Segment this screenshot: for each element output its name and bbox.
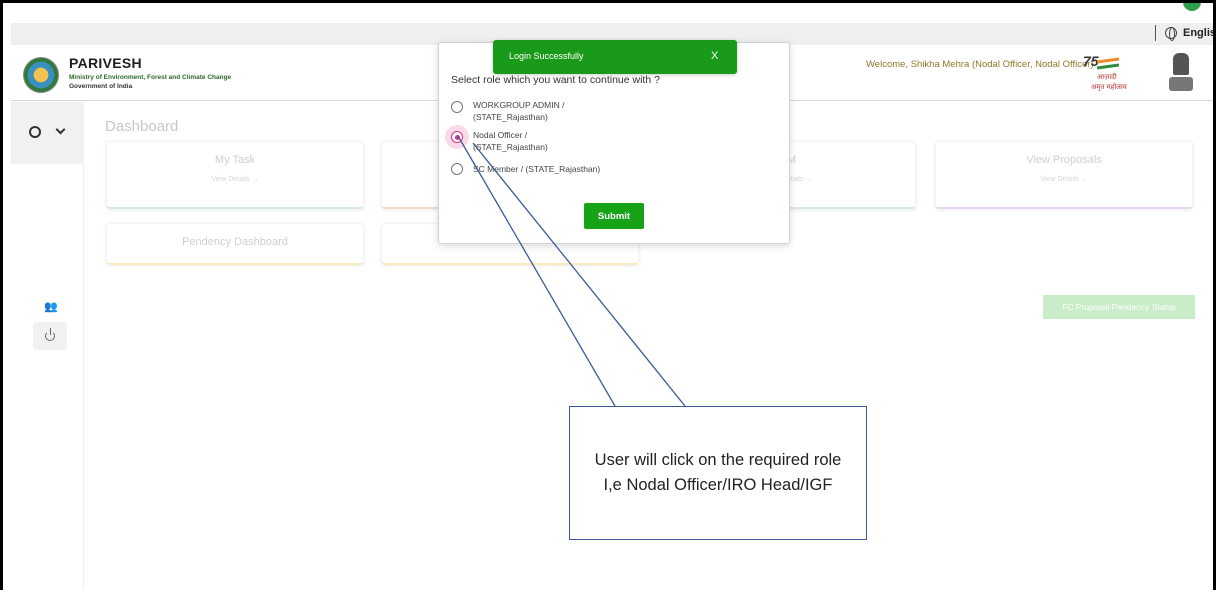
- card-my-task[interactable]: My Task View Details →: [106, 141, 364, 209]
- fc-proposal-pendency-button[interactable]: FC Proposal Pendency Status: [1043, 295, 1195, 319]
- page-title: Dashboard: [105, 118, 179, 135]
- azadi-logo: 75 आज़ादी अमृत महोत्सव: [1083, 53, 1127, 91]
- view-details-link[interactable]: View Details →: [936, 176, 1192, 183]
- view-details-link[interactable]: View Details →: [107, 176, 363, 183]
- language-selector[interactable]: English: [1183, 27, 1213, 39]
- user-circle-icon: [29, 126, 41, 138]
- status-dot: [1183, 3, 1201, 11]
- option-label-nodal-officer[interactable]: Nodal Officer / (STATE_Rajasthan): [473, 129, 548, 153]
- card-pendency-dashboard[interactable]: Pendency Dashboard: [106, 223, 364, 265]
- callout-text: User will click on the required role I,e…: [594, 451, 842, 494]
- radio-sc-member[interactable]: [451, 163, 463, 175]
- government-name: Government of India: [69, 83, 133, 90]
- card-view-proposals[interactable]: View Proposals View Details →: [935, 141, 1193, 209]
- radio-workgroup-admin[interactable]: [451, 101, 463, 113]
- national-emblem: [1169, 53, 1193, 93]
- top-strip: [3, 3, 1213, 13]
- brand-name: PARIVESH: [69, 55, 142, 71]
- option-label-workgroup-admin[interactable]: WORKGROUP ADMIN / (STATE_Rajasthan): [473, 99, 564, 123]
- radio-nodal-officer[interactable]: [451, 131, 463, 143]
- sidebar-profile-menu[interactable]: [11, 102, 84, 164]
- ministry-name: Ministry of Environment, Forest and Clim…: [69, 74, 232, 81]
- option-label-sc-member[interactable]: SC Member / (STATE_Rajasthan): [473, 163, 600, 175]
- annotation-callout: User will click on the required role I,e…: [569, 406, 867, 540]
- toast-close-button[interactable]: X: [711, 50, 718, 62]
- toast-message: Login Successfully: [509, 51, 584, 61]
- logout-button[interactable]: [33, 322, 67, 350]
- modal-title: Select role which you want to continue w…: [451, 74, 660, 86]
- sidebar: 👥: [11, 102, 84, 590]
- submit-button[interactable]: Submit: [584, 203, 644, 229]
- welcome-text: Welcome, Shikha Mehra (Nodal Officer, No…: [866, 59, 1094, 70]
- globe-icon[interactable]: [1165, 27, 1177, 41]
- language-separator: [1155, 25, 1156, 41]
- parivesh-logo: [23, 57, 59, 93]
- users-icon[interactable]: 👥: [44, 300, 58, 313]
- screenshot-frame: English PARIVESH Ministry of Environment…: [0, 0, 1216, 590]
- chevron-down-icon: [55, 124, 66, 135]
- login-success-toast: Login Successfully X: [493, 40, 737, 74]
